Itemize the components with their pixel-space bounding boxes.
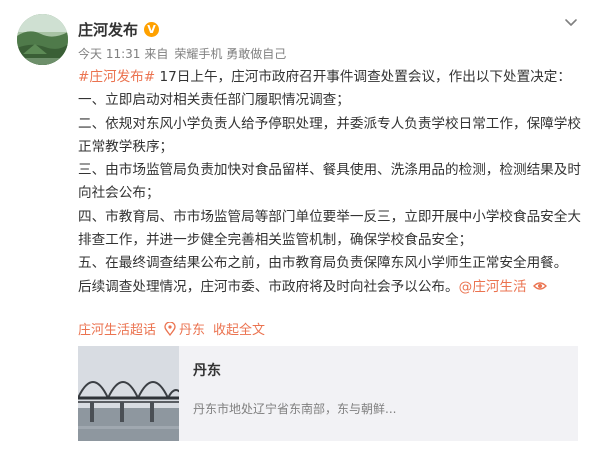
- content-item: 二、依规对东风小学负责人给予停职处理，并委派专人负责学校日常工作，保障学校正常教…: [78, 115, 581, 155]
- content-item: 四、市教育局、市市场监管局等部门单位要举一反三，立即开展中小学校食品安全大排查工…: [78, 208, 581, 249]
- card-description: 丹东市地处辽宁省东南部，东与朝鲜...: [193, 402, 397, 416]
- post-closing: 后续调查处理情况，庄河市委、市政府将及时向社会予以公布。@庄河生活: [78, 276, 583, 299]
- verified-badge-icon: V: [144, 21, 160, 37]
- collapse-button[interactable]: 收起全文: [213, 319, 265, 338]
- content-item: 三、由市场监管局负责加快对食品留样、餐具使用、洗涤用品的检测，检测结果及时向社会…: [78, 162, 581, 202]
- post-source[interactable]: 荣耀手机 勇敢做自己: [174, 47, 286, 61]
- topic-link[interactable]: #庄河发布#: [78, 69, 155, 85]
- author-avatar[interactable]: [17, 14, 68, 65]
- author-name[interactable]: 庄河发布: [78, 19, 138, 40]
- location-pin-icon: [164, 321, 176, 337]
- content-item: 五、在最终调查结果公布之前，由市教育局负责保障东风小学师生正常安全用餐。: [78, 255, 568, 272]
- post-content: #庄河发布# 17日上午，庄河市政府召开事件调查处置会议，作出以下处置决定： 一…: [78, 66, 583, 299]
- closing-text: 后续调查处理情况，庄河市委、市政府将及时向社会予以公布。: [78, 278, 459, 295]
- source-prefix: 来自: [144, 47, 169, 61]
- link-icon[interactable]: [532, 278, 547, 292]
- post-intro: #庄河发布# 17日上午，庄河市政府召开事件调查处置会议，作出以下处置决定：: [78, 66, 583, 89]
- mention-link[interactable]: @庄河生活: [459, 279, 527, 295]
- post-time[interactable]: 今天 11:31: [78, 47, 140, 61]
- supertopic-link[interactable]: 庄河生活超话: [78, 319, 156, 338]
- location-card[interactable]: 丹东 丹东市地处辽宁省东南部，东与朝鲜...: [78, 346, 578, 441]
- card-title: 丹东: [193, 363, 221, 379]
- card-image: [78, 346, 179, 441]
- chevron-down-icon[interactable]: [563, 14, 579, 30]
- content-item: 一、立即启动对相关责任部门履职情况调查；: [78, 92, 350, 109]
- post-footer: 庄河生活超话 丹东 收起全文: [78, 319, 583, 338]
- location-label: 丹东: [179, 323, 206, 338]
- intro-text: 17日上午，庄河市政府召开事件调查处置会议，作出以下处置决定：: [155, 69, 571, 85]
- post-header: 庄河发布 V 今天 11:31 来自 荣耀手机 勇敢做自己: [78, 17, 557, 62]
- location-link[interactable]: 丹东: [164, 319, 205, 338]
- post-meta: 今天 11:31 来自 荣耀手机 勇敢做自己: [78, 45, 557, 62]
